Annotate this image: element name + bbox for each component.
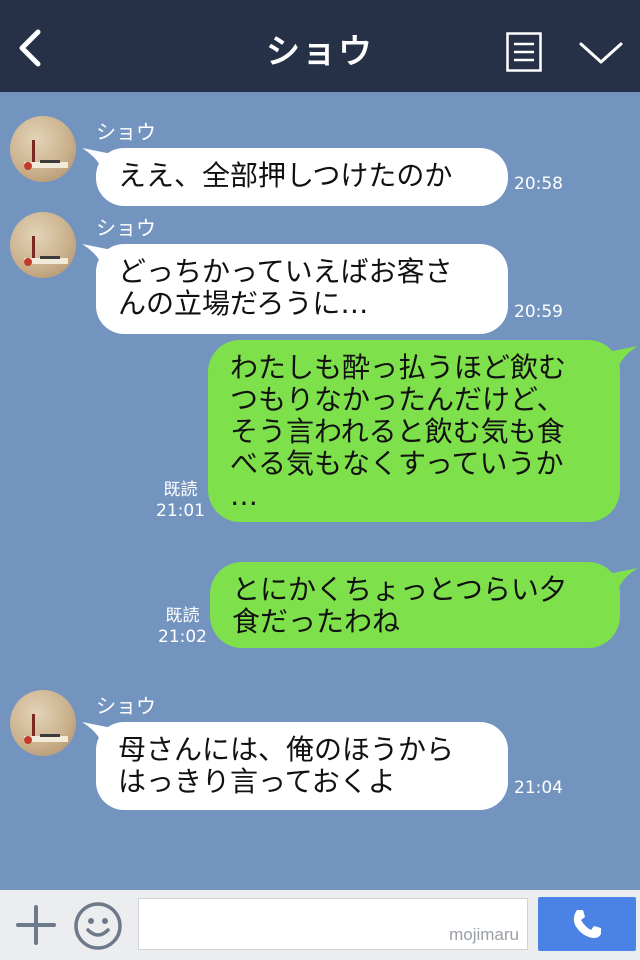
message-bubble[interactable]: どっちかっていえばお客さ んの立場だろうに… [96, 244, 508, 334]
read-receipt-time: 既読 21:01 [156, 480, 205, 522]
bubble-tail [608, 346, 638, 368]
message-time: 21:04 [514, 778, 563, 798]
watermark-text: mojimaru [449, 925, 519, 944]
avatar[interactable] [10, 690, 76, 756]
avatar[interactable] [10, 212, 76, 278]
emoji-icon[interactable] [73, 901, 123, 951]
read-status: 既読 [165, 606, 200, 626]
bubble-tail [608, 568, 638, 590]
plus-icon[interactable] [14, 903, 58, 947]
menu-list-icon[interactable] [506, 32, 542, 72]
chat-title: ショウ [266, 32, 374, 72]
message-time: 21:02 [158, 627, 207, 647]
read-receipt-time: 既読 21:02 [158, 606, 207, 648]
avatar[interactable] [10, 116, 76, 182]
message-text: どっちかっていえばお客さ んの立場だろうに… [118, 255, 453, 320]
chevron-down-icon[interactable] [578, 38, 624, 68]
message-time: 20:59 [514, 302, 563, 322]
avatar-image-icon [24, 714, 68, 744]
message-text: ええ、全部押しつけたのか [118, 159, 453, 192]
sender-name: ショウ [96, 694, 156, 718]
message-bubble-own[interactable]: とにかくちょっとつらい夕 食だったわね [210, 562, 620, 648]
sender-name: ショウ [96, 120, 156, 144]
avatar-image-icon [24, 236, 68, 266]
message-text: 母さんには、俺のほうから はっきり言っておくよ [118, 733, 455, 798]
sender-name: ショウ [96, 216, 156, 240]
message-bubble[interactable]: ええ、全部押しつけたのか [96, 148, 508, 206]
phone-icon [573, 910, 601, 938]
message-bubble-own[interactable]: わたしも酔っ払うほど飲む つもりなかったんだけど、 そう言われると飲む気も食 べ… [208, 340, 620, 522]
message-input[interactable]: mojimaru [138, 898, 528, 950]
chat-header: ショウ [0, 0, 640, 92]
message-time: 21:01 [156, 501, 205, 521]
send-button[interactable] [538, 897, 636, 951]
message-text: とにかくちょっとつらい夕 食だったわね [232, 573, 567, 638]
message-text: わたしも酔っ払うほど飲む つもりなかったんだけど、 そう言われると飲む気も食 べ… [230, 351, 567, 512]
avatar-image-icon [24, 140, 68, 170]
message-time: 20:58 [514, 174, 563, 194]
message-bubble[interactable]: 母さんには、俺のほうから はっきり言っておくよ [96, 722, 508, 810]
read-status: 既読 [163, 480, 198, 500]
